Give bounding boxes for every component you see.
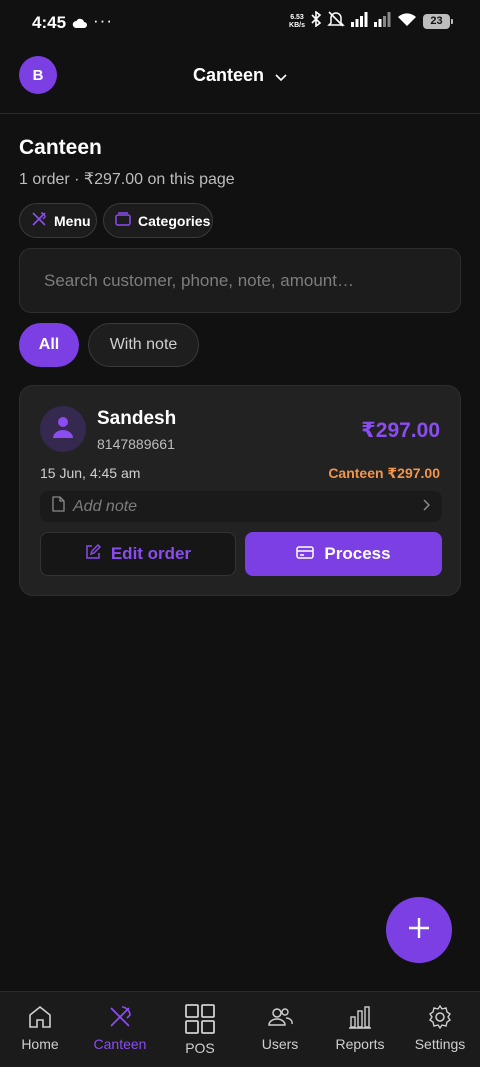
categories-button-label: Categories — [138, 212, 211, 229]
add-order-button[interactable] — [386, 897, 452, 963]
nav-pos[interactable]: POS — [160, 992, 240, 1067]
page-summary: 1 order · ₹297.00 on this page — [19, 171, 235, 188]
user-icon — [53, 416, 73, 443]
nav-canteen-label: Canteen — [93, 1036, 147, 1052]
utensils-icon — [31, 211, 47, 230]
status-time: 4:45 — [32, 13, 67, 32]
signal-2-icon — [374, 11, 391, 32]
filter-with-note[interactable]: With note — [88, 323, 199, 367]
nav-settings[interactable]: Settings — [400, 992, 480, 1067]
process-button[interactable]: Process — [245, 532, 442, 576]
menu-button[interactable]: Menu — [19, 203, 97, 238]
order-total: ₹297.00 — [361, 419, 440, 442]
edit-icon — [85, 543, 101, 565]
plus-icon — [407, 916, 431, 945]
order-card[interactable]: Sandesh 8147889661 ₹297.00 15 Jun, 4:45 … — [19, 385, 461, 596]
battery-indicator: 23 — [423, 14, 453, 29]
nav-users[interactable]: Users — [240, 992, 320, 1067]
nav-settings-label: Settings — [414, 1036, 466, 1052]
nav-home[interactable]: Home — [0, 992, 80, 1067]
bottom-navigation: Home Canteen POS Users Reports Settings — [0, 991, 480, 1067]
gear-icon — [427, 1004, 453, 1030]
grid-icon — [185, 1004, 215, 1034]
folder-icon — [115, 212, 131, 229]
menu-button-label: Menu — [54, 212, 91, 229]
credit-card-icon — [296, 544, 315, 564]
status-bar: 4:45 ··· 6.53 KB/s 23 — [0, 0, 480, 44]
signal-icon — [351, 11, 368, 32]
add-note-row[interactable]: Add note — [40, 491, 442, 522]
bar-chart-icon — [347, 1004, 373, 1030]
edit-order-label: Edit order — [110, 544, 192, 563]
bluetooth-icon — [311, 10, 322, 32]
filter-all[interactable]: All — [19, 323, 79, 367]
nav-users-label: Users — [261, 1036, 299, 1052]
nav-home-label: Home — [21, 1036, 59, 1052]
edit-order-button[interactable]: Edit order — [40, 532, 236, 576]
app-header: B Canteen — [0, 44, 480, 114]
nav-reports[interactable]: Reports — [320, 992, 400, 1067]
cloud-icon — [72, 15, 87, 33]
outlet-selector-label: Canteen — [192, 65, 264, 85]
process-label: Process — [324, 544, 391, 563]
users-icon — [267, 1004, 293, 1030]
network-speed: 6.53 KB/s — [289, 13, 305, 29]
outlet-selector[interactable]: Canteen — [0, 65, 480, 87]
status-icons: 6.53 KB/s 23 — [289, 10, 453, 32]
nav-reports-label: Reports — [335, 1036, 385, 1052]
mute-icon — [327, 11, 345, 32]
chevron-down-icon — [275, 66, 287, 87]
home-icon — [27, 1004, 53, 1030]
nav-pos-label: POS — [185, 1040, 215, 1056]
nav-canteen[interactable]: Canteen — [80, 992, 160, 1067]
file-icon — [52, 496, 65, 517]
customer-phone: 8147889661 — [97, 436, 175, 452]
order-outlet-amount: Canteen ₹297.00 — [328, 465, 440, 481]
utensils-icon — [107, 1004, 133, 1030]
search-input[interactable] — [19, 248, 461, 313]
chevron-right-icon — [423, 498, 431, 516]
add-note-label: Add note — [73, 497, 138, 515]
more-notifications-icon: ··· — [93, 11, 113, 30]
order-date: 15 Jun, 4:45 am — [40, 465, 141, 481]
wifi-icon — [397, 12, 417, 32]
customer-name: Sandesh — [97, 408, 177, 429]
categories-button[interactable]: Categories — [103, 203, 213, 238]
page-title: Canteen — [19, 136, 102, 159]
customer-avatar — [40, 406, 86, 452]
